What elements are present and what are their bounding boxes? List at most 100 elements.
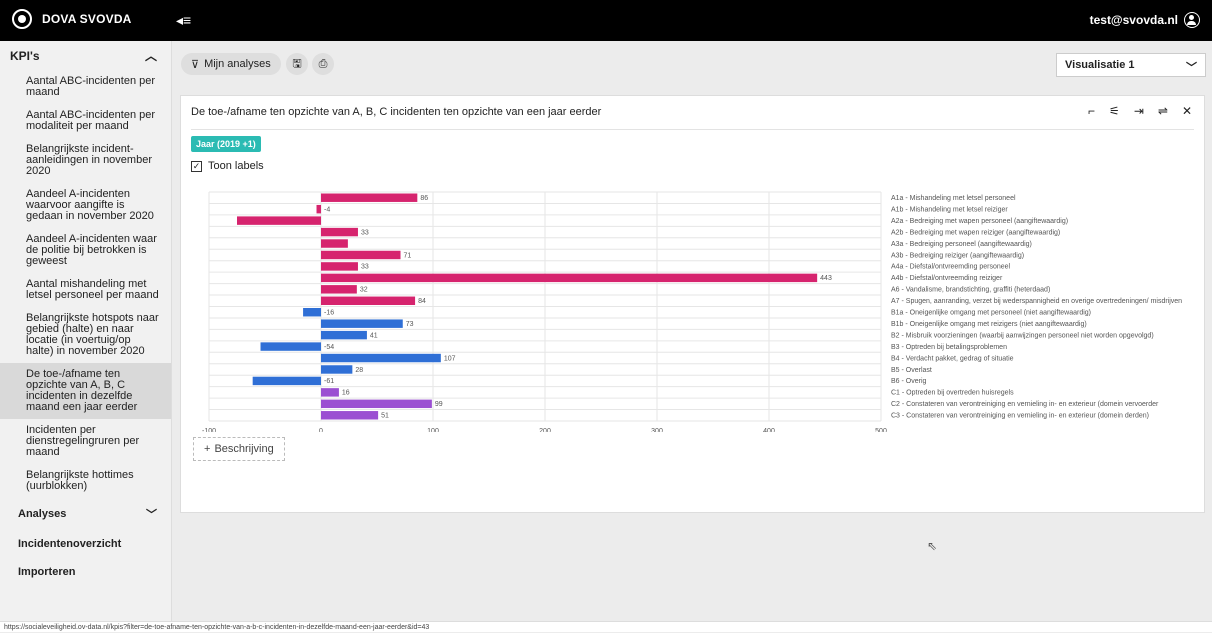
- save-button[interactable]: 🖫: [286, 53, 308, 75]
- data-label: 33: [361, 264, 369, 271]
- kpi-list: Aantal ABC-incidenten per maand Aantal AB…: [0, 70, 171, 498]
- data-label: -54: [324, 344, 334, 351]
- category-label: B2 - Misbruik voorzieningen (waarbij aan…: [891, 332, 1154, 339]
- sidebar-item-kpi[interactable]: Aantal mishandeling met letsel personeel…: [0, 273, 171, 307]
- data-label: 41: [370, 332, 378, 339]
- bar: [252, 376, 321, 386]
- menu-collapse-icon[interactable]: ◂≡: [176, 12, 191, 29]
- user-menu[interactable]: test@svovda.nl: [1090, 12, 1200, 28]
- bar: [260, 342, 321, 351]
- data-label: 84: [418, 298, 426, 305]
- data-label: 16: [342, 390, 350, 397]
- category-label: A6 - Vandalisme, brandstichting, graffit…: [891, 287, 1050, 294]
- bar: [321, 273, 818, 283]
- data-label: 51: [381, 413, 389, 420]
- data-label: 107: [444, 355, 456, 362]
- toon-labels-toggle[interactable]: ✓ Toon labels: [191, 160, 264, 172]
- sidebar-item-importeren[interactable]: Importeren: [0, 558, 171, 586]
- filter-icon: ⊽: [191, 58, 200, 71]
- category-label: B5 - Overlast: [891, 367, 932, 374]
- bar: [321, 399, 432, 409]
- chevron-down-icon: ﹀: [146, 509, 157, 521]
- bar: [321, 353, 441, 363]
- bar: [237, 216, 321, 225]
- settings-icon[interactable]: ⇌: [1158, 104, 1168, 118]
- sidebar-item-kpi[interactable]: Aandeel A-incidenten waarvoor aangifte i…: [0, 183, 171, 228]
- sidebar-item-kpi[interactable]: Incidenten per dienstregelingruren per m…: [0, 419, 171, 464]
- sidebar-item-kpi[interactable]: Aandeel A-incidenten waar de politie bij…: [0, 228, 171, 273]
- category-label: C3 - Constateren van verontreiniging en …: [891, 413, 1149, 420]
- sidebar-item-kpi[interactable]: De toe-/afname ten opzichte van A, B, C …: [0, 363, 171, 419]
- data-label: 32: [360, 287, 368, 294]
- add-description-button[interactable]: + Beschrijving: [193, 437, 285, 461]
- app-name: DOVA SVOVDA: [42, 12, 132, 26]
- data-label: 33: [361, 229, 369, 236]
- bar: [316, 204, 321, 214]
- description-label: Beschrijving: [214, 443, 274, 455]
- category-label: B4 - Verdacht pakket, gedrag of situatie: [891, 355, 1014, 362]
- sidebar-item-kpi[interactable]: Belangrijkste hottimes (uurblokken): [0, 464, 171, 498]
- data-label: 73: [406, 321, 414, 328]
- bar: [321, 365, 353, 374]
- visualisation-value: Visualisatie 1: [1065, 59, 1135, 71]
- category-label: A2b - Bedreiging met wapen reiziger (aan…: [891, 229, 1060, 236]
- kpis-label: KPI's: [10, 48, 40, 63]
- x-tick-label: 500: [875, 428, 887, 432]
- app-logo[interactable]: DOVA SVOVDA: [12, 9, 132, 29]
- divider: [191, 129, 1194, 130]
- category-label: B1b - Oneigenlijke omgang met reizigers …: [891, 321, 1087, 328]
- data-label: 443: [820, 275, 832, 282]
- print-button[interactable]: ⎙: [312, 53, 334, 75]
- bar: [321, 388, 339, 397]
- print-icon: ⎙: [318, 57, 328, 70]
- sort-icon[interactable]: ⚟: [1109, 104, 1120, 118]
- bar: [321, 411, 379, 420]
- bar: [321, 262, 358, 271]
- filter-chip[interactable]: Jaar (2019 +1): [191, 136, 261, 152]
- x-tick-label: 200: [539, 428, 551, 432]
- importeren-label: Importeren: [18, 566, 76, 578]
- my-analyses-label: Mijn analyses: [204, 58, 271, 70]
- category-label: A3a - Bedreiging personeel (aangiftewaar…: [891, 241, 1032, 248]
- bar: [303, 308, 321, 317]
- x-tick-label: 0: [319, 428, 323, 432]
- category-label: A3b - Bedreiging reiziger (aangiftewaard…: [891, 252, 1024, 259]
- data-label: 86: [420, 195, 428, 202]
- sidebar-item-kpi[interactable]: Aantal ABC-incidenten per modaliteit per…: [0, 104, 171, 138]
- bar: [321, 330, 367, 340]
- toon-labels-label: Toon labels: [208, 160, 264, 172]
- bar-chart: -100 0 100 200 300 400 500 86 A1a - Mishandeling…: [202, 191, 1182, 432]
- visualisation-card: De toe-/afname ten opzichte van A, B, C …: [180, 95, 1205, 513]
- bar: [321, 296, 416, 305]
- category-label: A1b - Mishandeling met letsel reiziger: [891, 206, 1008, 213]
- logo-icon: [12, 9, 32, 29]
- user-icon: [1184, 12, 1200, 28]
- category-label: B1a - Oneigenlijke omgang met personeel …: [891, 310, 1091, 317]
- my-analyses-button[interactable]: ⊽ Mijn analyses: [181, 53, 281, 75]
- fullscreen-icon[interactable]: ⌐: [1088, 104, 1095, 118]
- sidebar-section-analyses[interactable]: Analyses ﹀: [0, 498, 171, 530]
- category-label: B6 - Overig: [891, 378, 927, 385]
- sidebar-item-kpi[interactable]: Belangrijkste incident-aanleidingen in n…: [0, 138, 171, 183]
- save-icon: 🖫: [292, 57, 302, 70]
- close-icon[interactable]: ✕: [1182, 104, 1192, 118]
- bar: [321, 193, 418, 202]
- data-label: -4: [324, 206, 330, 213]
- sidebar-section-kpis[interactable]: KPI's ︿: [0, 41, 171, 70]
- visualisation-select[interactable]: Visualisatie 1 ﹀: [1056, 53, 1206, 77]
- export-icon[interactable]: ⇥: [1134, 104, 1144, 118]
- user-email: test@svovda.nl: [1089, 13, 1178, 27]
- checkbox-icon[interactable]: ✓: [191, 160, 202, 172]
- category-label: A4a - Diefstal/ontvreemding personeel: [891, 264, 1011, 271]
- sidebar-item-kpi[interactable]: Aantal ABC-incidenten per maand: [0, 70, 171, 104]
- category-label: B3 - Optreden bij betalingsproblemen: [891, 344, 1007, 351]
- card-actions: ⌐ ⚟ ⇥ ⇌ ✕: [1088, 104, 1192, 118]
- category-label: A4b - Diefstal/ontvreemding reiziger: [891, 275, 1003, 282]
- bar: [321, 239, 348, 248]
- bar: [321, 319, 403, 328]
- analyses-label: Analyses: [18, 508, 67, 520]
- sidebar-item-kpi[interactable]: Belangrijkste hotspots naar gebied (halt…: [0, 307, 171, 363]
- sidebar-item-incidentenoverzicht[interactable]: Incidentenoverzicht: [0, 530, 171, 558]
- chevron-up-icon: ︿: [144, 49, 157, 63]
- x-tick-label: 400: [763, 428, 775, 432]
